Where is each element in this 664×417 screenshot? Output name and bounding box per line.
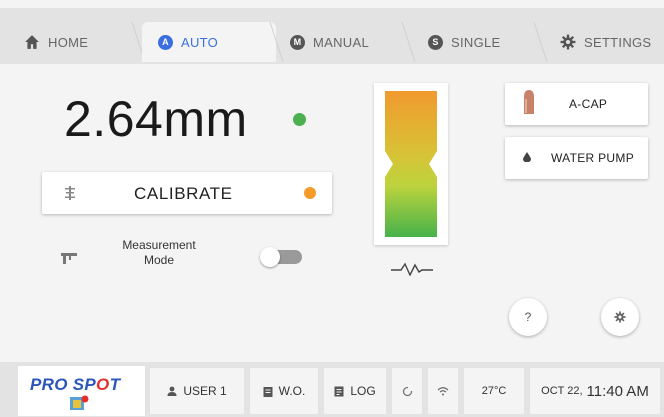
manual-icon: M — [290, 34, 305, 50]
log-button[interactable]: LOG — [324, 368, 386, 414]
time-value: 11:40 AM — [586, 382, 649, 400]
temperature-status: 27°C — [464, 368, 524, 414]
tab-manual-label: MANUAL — [313, 34, 369, 50]
settings-button[interactable] — [601, 298, 639, 336]
measurement-mode-line1: Measurement — [122, 238, 196, 252]
measurement-mode-toggle[interactable] — [260, 247, 302, 267]
logo-mark-icon — [70, 395, 89, 410]
logo-text-post: T — [109, 375, 121, 394]
level-gauge — [374, 83, 448, 245]
datetime-status: OCT 22, 11:40 AM — [530, 368, 660, 414]
auto-icon: A — [158, 34, 173, 50]
tab-auto-label: AUTO — [181, 34, 219, 50]
tab-auto[interactable]: A AUTO — [142, 22, 276, 62]
user-button[interactable]: USER 1 — [150, 368, 244, 414]
temperature-value: 27°C — [481, 385, 507, 397]
tab-settings-label: SETTINGS — [584, 34, 652, 50]
wifi-icon — [437, 387, 449, 396]
prospot-logo: PRO SPOT — [18, 366, 145, 416]
log-label: LOG — [350, 384, 376, 398]
wifi-status — [428, 368, 458, 414]
help-button[interactable]: ? — [509, 298, 547, 336]
cap-icon — [524, 90, 534, 114]
measurement-mode-line2: Mode — [143, 253, 175, 267]
tab-divider — [401, 22, 416, 62]
status-bar: PRO SPOT USER 1 W.O. LOG 27°C OCT 22, 11… — [0, 362, 664, 417]
status-ok-icon — [293, 113, 306, 126]
user-label: USER 1 — [183, 384, 227, 398]
logo-text-o: O — [96, 375, 110, 394]
calibrate-label: CALIBRATE — [134, 184, 233, 203]
gear-icon — [614, 311, 626, 323]
water-drop-icon — [523, 152, 531, 162]
logo-text: PRO SPOT — [30, 375, 120, 395]
acap-button[interactable]: A-CAP — [505, 83, 648, 125]
date-value: OCT 22, — [541, 385, 583, 397]
tab-settings[interactable]: SETTINGS — [560, 22, 660, 62]
tab-bar: HOME A AUTO M MANUAL S SINGLE SETTINGS — [0, 8, 664, 64]
sync-icon — [402, 385, 413, 396]
water-pump-label: WATER PUMP — [551, 151, 634, 165]
tab-single[interactable]: S SINGLE — [428, 22, 528, 62]
screen: HOME A AUTO M MANUAL S SINGLE SETTINGS 2… — [0, 0, 664, 417]
single-icon: S — [428, 34, 443, 50]
work-order-label: W.O. — [278, 384, 306, 398]
measurement-value: 2.64mm — [64, 91, 248, 147]
acap-label: A-CAP — [569, 97, 608, 111]
clipboard-icon — [263, 386, 273, 397]
tab-home-label: HOME — [48, 34, 89, 50]
water-pump-button[interactable]: WATER PUMP — [505, 137, 648, 179]
tab-manual[interactable]: M MANUAL — [290, 22, 400, 62]
log-icon — [334, 386, 344, 396]
user-icon — [167, 386, 177, 396]
sync-button[interactable] — [392, 368, 422, 414]
gear-icon — [560, 34, 576, 50]
tab-single-label: SINGLE — [451, 34, 501, 50]
calibrate-icon — [65, 186, 75, 200]
tab-home[interactable]: HOME — [24, 22, 124, 62]
calibrate-button[interactable]: CALIBRATE — [42, 172, 332, 214]
toggle-knob — [260, 247, 280, 267]
logo-text-pre: PRO SP — [30, 375, 97, 394]
home-icon — [25, 35, 39, 49]
signal-wave-icon — [391, 262, 433, 276]
gauge-bar — [385, 91, 437, 237]
tab-divider — [533, 22, 548, 62]
work-order-button[interactable]: W.O. — [250, 368, 318, 414]
warning-icon — [304, 187, 316, 199]
measurement-mode-label: Measurement Mode — [118, 238, 200, 268]
gun-icon — [61, 253, 77, 264]
